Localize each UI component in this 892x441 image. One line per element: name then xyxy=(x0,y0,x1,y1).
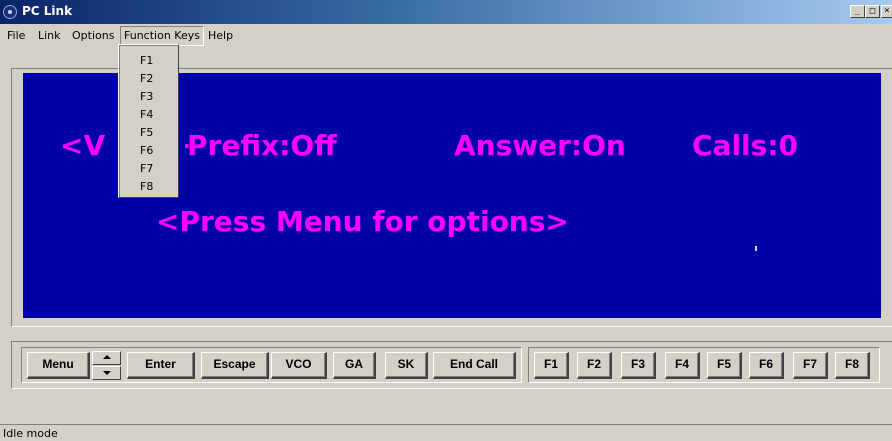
f6-button[interactable]: F6 xyxy=(749,352,784,379)
display-mode-text: <V xyxy=(60,129,106,162)
menu-link[interactable]: Link xyxy=(38,29,61,42)
maximize-button[interactable]: □ xyxy=(865,5,880,18)
title-bar[interactable]: PC Link _ □ × xyxy=(0,0,892,24)
close-button[interactable]: × xyxy=(881,5,892,18)
f7-button[interactable]: F7 xyxy=(793,352,828,379)
menu-button[interactable]: Menu xyxy=(27,352,90,379)
display-calls-count: Calls:0 xyxy=(692,129,798,162)
display-answer-status: Answer:On xyxy=(454,129,626,162)
scroll-spinner xyxy=(92,351,121,380)
menu-bar: File Link Options Function Keys Help xyxy=(0,24,892,46)
dropdown-item-f8[interactable]: F8 xyxy=(140,180,153,193)
scroll-down-arrow-icon[interactable] xyxy=(92,366,121,380)
end-call-button[interactable]: End Call xyxy=(433,352,516,379)
enter-button[interactable]: Enter xyxy=(127,352,195,379)
escape-button[interactable]: Escape xyxy=(201,352,269,379)
menu-help[interactable]: Help xyxy=(208,29,233,42)
dropdown-item-f6[interactable]: F6 xyxy=(140,144,153,157)
status-bar: Idle mode xyxy=(0,424,892,441)
dropdown-item-f4[interactable]: F4 xyxy=(140,108,153,121)
f2-button[interactable]: F2 xyxy=(577,352,612,379)
f8-button[interactable]: F8 xyxy=(835,352,870,379)
f4-button[interactable]: F4 xyxy=(665,352,700,379)
sk-button[interactable]: SK xyxy=(385,352,428,379)
display-separator: · xyxy=(183,134,191,158)
menu-function-keys[interactable]: Function Keys xyxy=(120,26,204,46)
function-keys-dropdown: F1 F2 F3 F4 F5 F6 F7 F8 xyxy=(118,44,179,198)
f1-button[interactable]: F1 xyxy=(534,352,569,379)
dropdown-item-f7[interactable]: F7 xyxy=(140,162,153,175)
ga-button[interactable]: GA xyxy=(333,352,376,379)
menu-options[interactable]: Options xyxy=(72,29,114,42)
status-text: Idle mode xyxy=(3,427,58,440)
f3-button[interactable]: F3 xyxy=(621,352,656,379)
window-title: PC Link xyxy=(22,4,73,18)
dropdown-item-f3[interactable]: F3 xyxy=(140,90,153,103)
minimize-button[interactable]: _ xyxy=(850,5,865,18)
dropdown-item-f1[interactable]: F1 xyxy=(140,54,153,67)
menu-file[interactable]: File xyxy=(7,29,25,42)
app-icon[interactable] xyxy=(3,5,17,19)
f5-button[interactable]: F5 xyxy=(707,352,742,379)
display-prompt-text: <Press Menu for options> xyxy=(156,205,569,238)
scroll-up-arrow-icon[interactable] xyxy=(92,351,121,365)
display-cursor xyxy=(755,246,757,251)
dropdown-item-f5[interactable]: F5 xyxy=(140,126,153,139)
vco-button[interactable]: VCO xyxy=(271,352,327,379)
display-prefix-status: Prefix:Off xyxy=(187,129,337,162)
dropdown-item-f2[interactable]: F2 xyxy=(140,72,153,85)
